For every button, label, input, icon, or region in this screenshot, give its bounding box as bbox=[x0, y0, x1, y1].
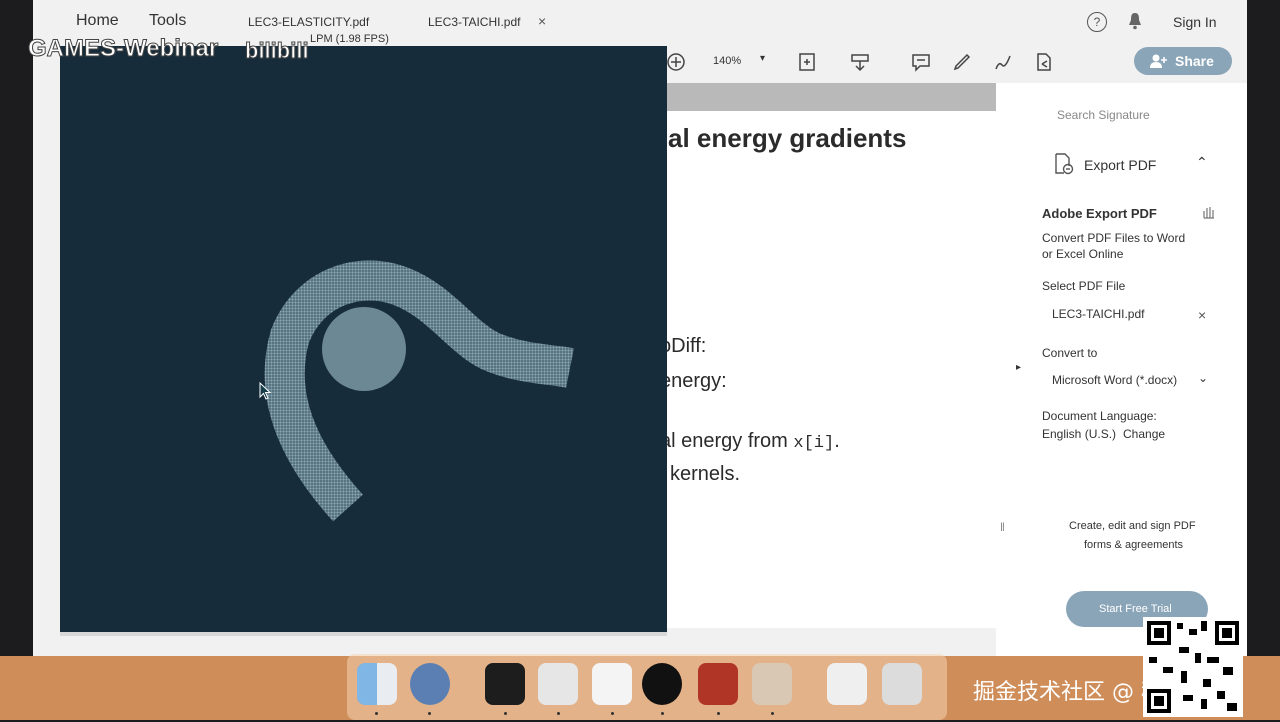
convert-format-select[interactable]: Microsoft Word (*.docx) bbox=[1052, 373, 1177, 387]
trial-button-label: Start Free Trial bbox=[1099, 603, 1172, 615]
obs-icon[interactable] bbox=[642, 663, 682, 705]
simulation-window-title: LPM (1.98 FPS) bbox=[310, 33, 389, 45]
sign-icon[interactable] bbox=[993, 52, 1013, 72]
tab-close-icon[interactable]: × bbox=[538, 13, 546, 29]
share-button-label: Share bbox=[1175, 53, 1214, 69]
document-line-4: l kernels. bbox=[660, 463, 741, 485]
running-indicator bbox=[504, 712, 507, 715]
remove-file-icon[interactable]: × bbox=[1198, 307, 1206, 323]
tab-taichi[interactable]: LEC3-TAICHI.pdf bbox=[428, 15, 520, 29]
selected-file-name[interactable]: LEC3-TAICHI.pdf bbox=[1052, 307, 1144, 321]
bell-icon[interactable] bbox=[1128, 12, 1142, 30]
zoom-in-icon[interactable] bbox=[666, 52, 686, 72]
running-indicator bbox=[428, 712, 431, 715]
elastic-beam bbox=[264, 260, 574, 522]
share-file-icon[interactable] bbox=[1034, 52, 1054, 72]
panel-expand-icon[interactable]: ▸ bbox=[1016, 362, 1021, 373]
keynote-icon[interactable] bbox=[538, 663, 578, 705]
finder-icon[interactable] bbox=[357, 663, 397, 705]
simulation-canvas bbox=[264, 260, 574, 522]
running-indicator bbox=[375, 712, 378, 715]
simulation-window-border bbox=[60, 632, 667, 636]
running-indicator bbox=[771, 712, 774, 715]
highlight-pen-icon[interactable] bbox=[952, 52, 972, 72]
collider-sphere bbox=[322, 307, 406, 391]
collapse-chevron-icon[interactable]: ⌃ bbox=[1196, 154, 1208, 171]
running-indicator bbox=[557, 712, 560, 715]
code-snippet: x[i] bbox=[793, 434, 835, 453]
webinar-watermark: GAMES-Webinar bbox=[27, 35, 219, 63]
help-icon[interactable]: ? bbox=[1087, 12, 1107, 32]
sign-in-link[interactable]: Sign In bbox=[1173, 14, 1217, 30]
safari-icon[interactable] bbox=[410, 663, 450, 705]
running-indicator bbox=[661, 712, 664, 715]
zoom-dropdown-icon[interactable]: ▾ bbox=[760, 53, 765, 64]
tab-elasticity[interactable]: LEC3-ELASTICITY.pdf bbox=[248, 15, 369, 29]
inkscape-icon[interactable] bbox=[752, 663, 792, 705]
document-line-3: al energy from x[i]. bbox=[660, 430, 840, 453]
panel-resize-handle[interactable]: ‖ bbox=[1000, 520, 1005, 534]
promo-line-1: Create, edit and sign PDF bbox=[1069, 520, 1196, 532]
user-add-icon bbox=[1150, 54, 1167, 68]
language-label: Document Language: bbox=[1042, 409, 1157, 423]
document-line-3-tail: . bbox=[834, 430, 840, 452]
document-line-3-text: al energy from bbox=[660, 430, 794, 452]
trash-icon[interactable] bbox=[882, 663, 922, 705]
acrobat-icon[interactable] bbox=[698, 663, 738, 705]
language-value: English (U.S.) bbox=[1042, 427, 1117, 441]
nav-tools[interactable]: Tools bbox=[149, 12, 186, 30]
export-description-line-2: or Excel Online bbox=[1042, 247, 1124, 261]
downloads-icon[interactable] bbox=[827, 663, 867, 705]
export-pdf-title[interactable]: Export PDF bbox=[1084, 157, 1156, 173]
comment-icon[interactable] bbox=[911, 52, 931, 72]
hand-icon bbox=[1203, 207, 1214, 219]
running-indicator bbox=[611, 712, 614, 715]
nav-home[interactable]: Home bbox=[76, 12, 119, 30]
bilibili-logo: bilibili bbox=[245, 38, 310, 64]
document-heading: al energy gradients bbox=[668, 123, 907, 153]
export-description-line-1: Convert PDF Files to Word bbox=[1042, 231, 1186, 245]
promo-line-2: forms & agreements bbox=[1084, 539, 1184, 551]
export-pdf-icon bbox=[1055, 153, 1074, 175]
qr-code bbox=[1143, 617, 1243, 717]
convert-to-label: Convert to bbox=[1042, 346, 1098, 360]
organize-pages-icon[interactable] bbox=[797, 52, 817, 72]
format-dropdown-icon[interactable]: ⌄ bbox=[1198, 371, 1208, 385]
select-file-label: Select PDF File bbox=[1042, 279, 1126, 293]
running-indicator bbox=[717, 712, 720, 715]
mouse-cursor-icon bbox=[259, 382, 271, 400]
simulation-window[interactable] bbox=[60, 46, 667, 636]
adobe-export-title: Adobe Export PDF bbox=[1042, 206, 1157, 221]
page-tools-icon[interactable] bbox=[850, 52, 870, 72]
share-button[interactable]: Share bbox=[1134, 47, 1232, 75]
document-line-2: energy: bbox=[660, 370, 727, 392]
language-change-link[interactable]: Change bbox=[1123, 427, 1165, 441]
notes-icon[interactable] bbox=[592, 663, 632, 705]
terminal-icon[interactable] bbox=[485, 663, 525, 705]
zoom-level[interactable]: 140% bbox=[713, 55, 741, 67]
search-input[interactable]: Search Signature bbox=[1057, 108, 1150, 122]
